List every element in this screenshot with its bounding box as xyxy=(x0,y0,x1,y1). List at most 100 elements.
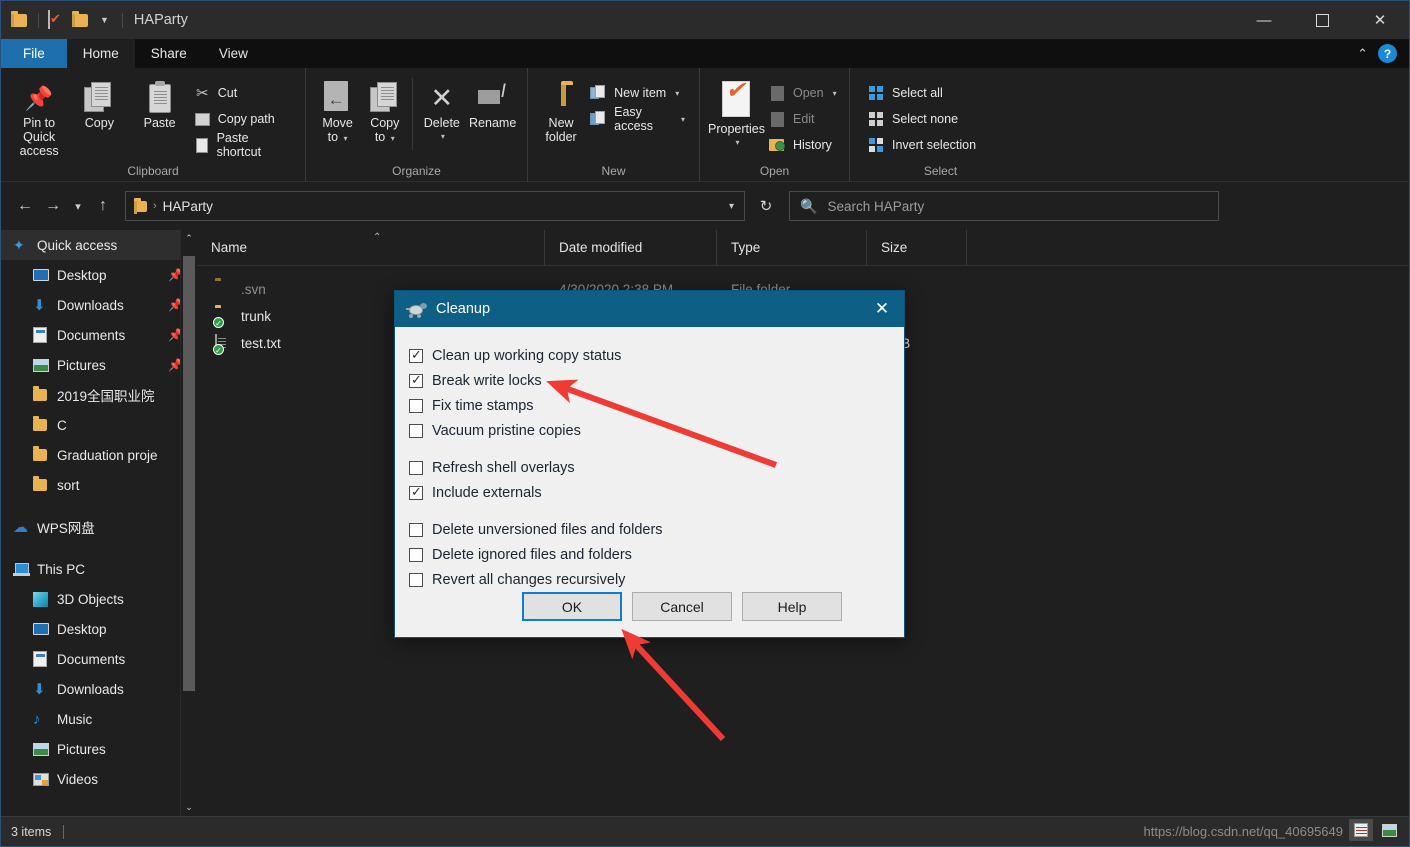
details-view-button[interactable] xyxy=(1349,819,1373,841)
checkbox-break-write-locks[interactable]: Break write locks xyxy=(409,368,904,393)
checkbox-fix-time-stamps[interactable]: Fix time stamps xyxy=(409,393,904,418)
checkbox-box[interactable] xyxy=(409,372,423,388)
sidebar-item-downloads[interactable]: ⬇ Downloads 📌 xyxy=(1,290,197,320)
edit-button[interactable]: Edit xyxy=(765,108,843,130)
easy-access-button[interactable]: Easy access ▾ xyxy=(586,105,691,133)
sidebar-item-2019[interactable]: 2019全国职业院 xyxy=(1,380,197,410)
up-button[interactable]: ↑ xyxy=(89,192,117,220)
help-button[interactable]: Help xyxy=(742,592,842,621)
checkbox-box[interactable] xyxy=(409,484,423,500)
sidebar-item-c[interactable]: C xyxy=(1,410,197,440)
chevron-down-icon[interactable]: ▾ xyxy=(729,201,738,212)
cancel-button[interactable]: Cancel xyxy=(632,592,732,621)
copy-path-button[interactable]: Copy path xyxy=(190,108,297,130)
ok-button[interactable]: OK xyxy=(522,592,622,621)
copy-button[interactable]: Copy xyxy=(69,74,129,130)
search-input[interactable]: 🔍 Search HAParty xyxy=(789,191,1219,221)
back-button[interactable]: ← xyxy=(11,192,39,220)
folder-icon[interactable] xyxy=(11,11,29,29)
checkbox-refresh-shell-overlays[interactable]: Refresh shell overlays xyxy=(409,455,904,480)
checkbox-box[interactable] xyxy=(409,572,423,587)
delete-button[interactable]: ✕ Delete ▾ xyxy=(417,74,466,144)
copy-icon xyxy=(84,80,114,116)
move-to-button[interactable]: ← Move to ▾ xyxy=(314,74,361,146)
column-header-name[interactable]: Name xyxy=(197,229,545,266)
forward-button[interactable]: → xyxy=(39,192,67,220)
select-none-button[interactable]: Select none xyxy=(864,108,982,130)
chevron-down-icon[interactable]: ▾ xyxy=(833,89,837,98)
sidebar-item-pictures[interactable]: Pictures xyxy=(1,734,197,764)
checkbox-box[interactable] xyxy=(409,547,423,562)
properties-button[interactable]: ✔ Properties ▾ xyxy=(708,74,765,150)
collapse-ribbon-icon[interactable]: ⌃ xyxy=(1357,46,1368,62)
checkbox-box[interactable] xyxy=(409,423,423,438)
sidebar-item-sort[interactable]: sort xyxy=(1,470,197,500)
checkbox-include-externals[interactable]: Include externals xyxy=(409,480,904,505)
sidebar-item-label: Downloads xyxy=(57,297,124,313)
sidebar-item-documents[interactable]: Documents xyxy=(1,644,197,674)
sidebar-item-music[interactable]: ♪ Music xyxy=(1,704,197,734)
chevron-down-icon[interactable]: ▾ xyxy=(675,89,679,98)
copy-to-button[interactable]: Copy to ▾ xyxy=(361,74,408,146)
checkbox-box[interactable] xyxy=(409,522,423,537)
help-button[interactable]: ? xyxy=(1378,44,1397,63)
properties-check-icon[interactable] xyxy=(48,10,66,29)
history-button[interactable]: History xyxy=(765,134,843,156)
column-header-type[interactable]: Type xyxy=(717,229,867,266)
maximize-button[interactable] xyxy=(1293,1,1351,39)
scrollbar-thumb[interactable] xyxy=(183,256,195,691)
checkbox-box[interactable] xyxy=(409,347,423,363)
chevron-down-icon[interactable]: ▾ xyxy=(681,115,685,124)
select-all-button[interactable]: Select all xyxy=(864,82,982,104)
tab-share[interactable]: Share xyxy=(135,39,203,68)
paste-shortcut-button[interactable]: Paste shortcut xyxy=(190,131,297,159)
new-folder-button[interactable]: New folder xyxy=(536,74,586,144)
sidebar-item-documents[interactable]: Documents 📌 xyxy=(1,320,197,350)
dialog-close-button[interactable]: ✕ xyxy=(860,291,904,327)
checkbox-box[interactable] xyxy=(409,460,423,475)
minimize-button[interactable]: — xyxy=(1235,1,1293,39)
select-none-icon xyxy=(868,111,885,128)
breadcrumb-current[interactable]: HAParty xyxy=(159,199,217,214)
checkbox-delete-unversioned-files-and-folders[interactable]: Delete unversioned files and folders xyxy=(409,517,904,542)
invert-selection-button[interactable]: Invert selection xyxy=(864,134,982,156)
quick-access-toolbar[interactable]: ▼ xyxy=(1,10,126,29)
new-item-button[interactable]: New item ▾ xyxy=(586,82,691,104)
sidebar-item-videos[interactable]: Videos xyxy=(1,764,197,794)
checkbox-vacuum-pristine-copies[interactable]: Vacuum pristine copies xyxy=(409,418,904,443)
cut-button[interactable]: ✂ Cut xyxy=(190,82,297,104)
dialog-buttons: OK Cancel Help xyxy=(395,592,904,621)
new-folder-icon[interactable] xyxy=(72,11,90,29)
tab-file[interactable]: File xyxy=(1,39,67,68)
checkbox-clean-up-working-copy-status[interactable]: Clean up working copy status xyxy=(409,343,904,368)
sidebar-item-pictures[interactable]: Pictures 📌 xyxy=(1,350,197,380)
refresh-button[interactable]: ↻ xyxy=(751,191,781,221)
scroll-down-button[interactable]: ⌄ xyxy=(181,799,197,816)
breadcrumb[interactable]: › HAParty ▾ xyxy=(125,191,745,221)
recent-locations-button[interactable]: ▾ xyxy=(67,192,89,220)
column-header-size[interactable]: Size xyxy=(867,229,967,266)
sidebar-item-graduation-proje[interactable]: Graduation proje xyxy=(1,440,197,470)
sidebar-item-downloads[interactable]: ⬇ Downloads xyxy=(1,674,197,704)
open-button[interactable]: Open ▾ xyxy=(765,82,843,104)
sidebar-item-3d-objects[interactable]: 3D Objects xyxy=(1,584,197,614)
close-button[interactable]: ✕ xyxy=(1351,1,1409,39)
sidebar-item-desktop[interactable]: Desktop 📌 xyxy=(1,260,197,290)
sidebar-item-wps[interactable]: ☁ WPS网盘 xyxy=(1,512,197,542)
checkbox-box[interactable] xyxy=(409,398,423,413)
sidebar-item-quick-access[interactable]: ✦ Quick access xyxy=(1,230,197,260)
sidebar-item-desktop[interactable]: Desktop xyxy=(1,614,197,644)
scroll-up-button[interactable]: ⌃ xyxy=(181,230,197,247)
chevron-down-icon[interactable]: ▼ xyxy=(96,15,113,25)
rename-button[interactable]: I Rename xyxy=(466,74,519,130)
checkbox-delete-ignored-files-and-folders[interactable]: Delete ignored files and folders xyxy=(409,542,904,567)
tab-home[interactable]: Home xyxy=(66,39,135,68)
large-icons-view-button[interactable] xyxy=(1377,819,1401,841)
sidebar-scrollbar[interactable]: ⌃ ⌄ xyxy=(180,230,197,816)
pin-to-quick-access-button[interactable]: 📌 Pin to Quick access xyxy=(9,74,69,159)
tab-view[interactable]: View xyxy=(203,39,264,68)
checkbox-revert-all-changes-recursively[interactable]: Revert all changes recursively xyxy=(409,567,904,592)
column-header-date-modified[interactable]: Date modified xyxy=(545,229,717,266)
sidebar-item-this-pc[interactable]: This PC xyxy=(1,554,197,584)
paste-button[interactable]: Paste xyxy=(130,74,190,130)
